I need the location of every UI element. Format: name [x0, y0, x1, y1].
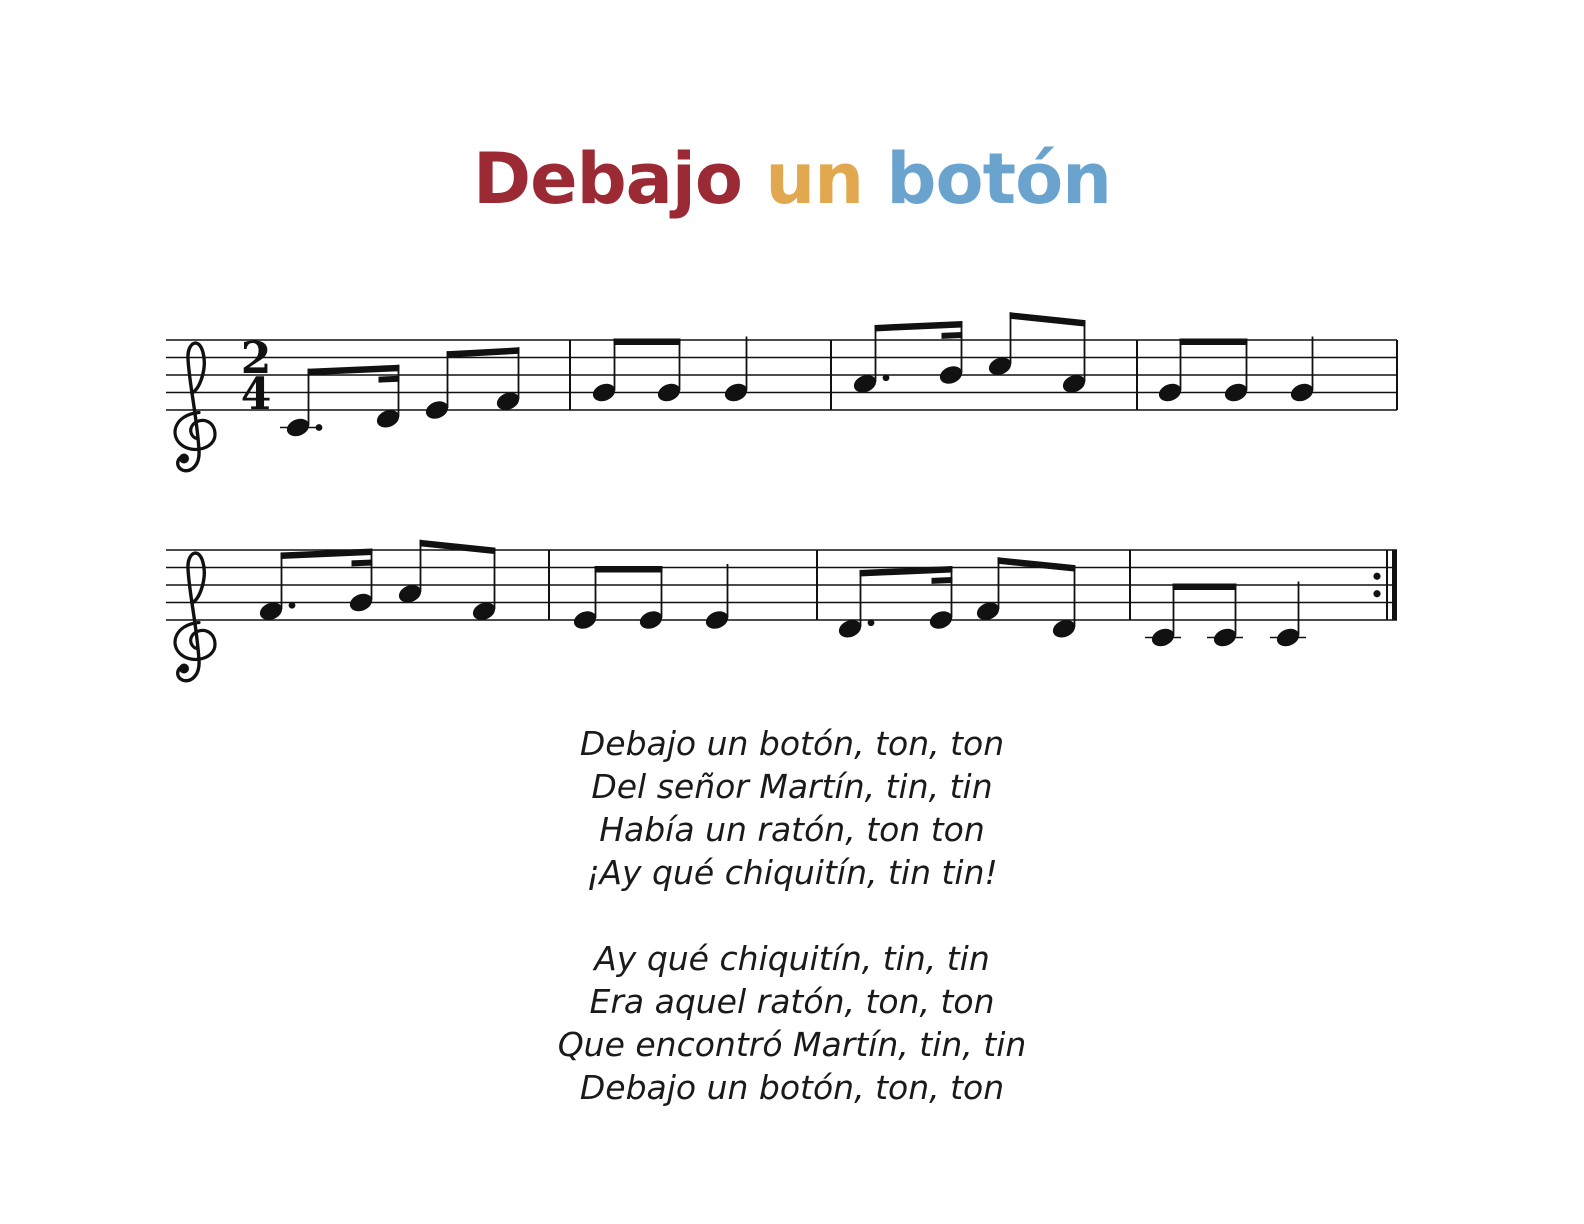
- lyrics-stanza-2: Ay qué chiquitín, tin, tin Era aquel rat…: [0, 937, 1584, 1109]
- lyric-line: Que encontró Martín, tin, tin: [557, 1025, 1027, 1064]
- beam: [1179, 338, 1248, 345]
- lyric-line: Ay qué chiquitín, tin, tin: [594, 939, 990, 978]
- time-signature-bottom: 4: [241, 369, 272, 420]
- beam: [307, 364, 400, 376]
- lyric-line: Era aquel ratón, ton, ton: [589, 982, 995, 1021]
- sheet-music: 24: [166, 312, 1398, 683]
- lyrics-stanza-1: Debajo un botón, ton, ton Del señor Mart…: [0, 722, 1584, 894]
- treble-clef-icon: [173, 551, 217, 683]
- lyric-line: Del señor Martín, tin, tin: [591, 767, 993, 806]
- lyrics: Debajo un botón, ton, ton Del señor Mart…: [0, 722, 1584, 1109]
- secondary-beam: [351, 559, 373, 567]
- repeat-dot: [1373, 590, 1381, 598]
- staff-system-1: 24: [166, 312, 1398, 473]
- augmentation-dot: [288, 601, 296, 609]
- treble-clef-icon: [173, 341, 217, 473]
- beam: [613, 338, 681, 345]
- lyric-line: Había un ratón, ton ton: [599, 810, 985, 849]
- secondary-beam: [378, 375, 400, 383]
- beam: [997, 557, 1076, 572]
- lyric-line: Debajo un botón, ton, ton: [579, 724, 1005, 763]
- augmentation-dot: [867, 619, 875, 627]
- augmentation-dot: [882, 374, 890, 382]
- secondary-beam: [931, 577, 953, 584]
- lyric-line: ¡Ay qué chiquitín, tin tin!: [586, 853, 998, 892]
- lyric-line: Debajo un botón, ton, ton: [579, 1068, 1005, 1107]
- secondary-beam: [941, 332, 963, 339]
- staff-system-2: [166, 539, 1397, 683]
- beam: [594, 566, 663, 573]
- final-barline: [1392, 550, 1397, 620]
- beam: [419, 539, 496, 555]
- repeat-dot: [1373, 572, 1381, 580]
- beam: [446, 347, 520, 358]
- augmentation-dot: [315, 424, 323, 431]
- beam: [874, 321, 963, 332]
- beam: [1172, 583, 1237, 590]
- beam: [1009, 312, 1086, 327]
